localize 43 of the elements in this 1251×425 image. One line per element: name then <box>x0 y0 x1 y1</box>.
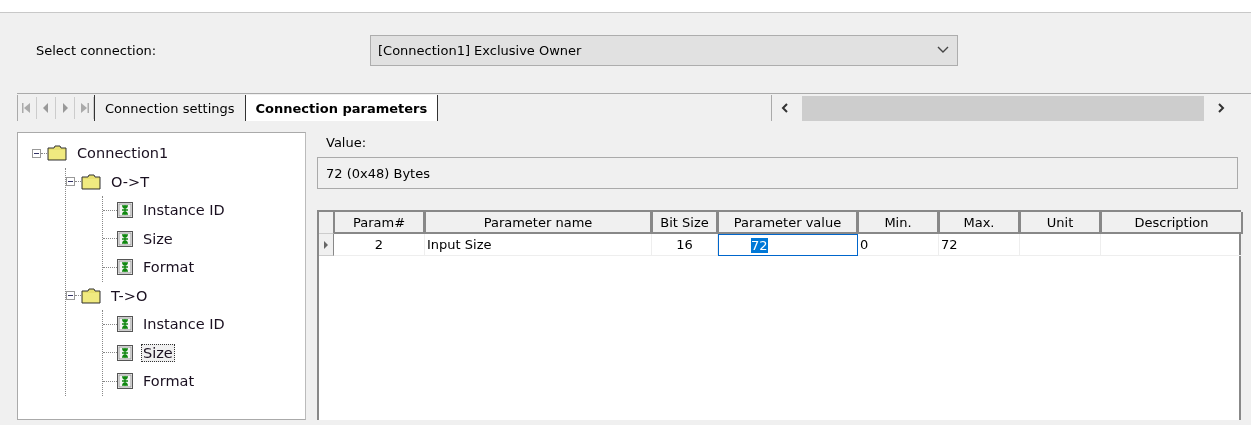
column-header[interactable]: Min. <box>858 212 939 234</box>
tree-item[interactable]: Size <box>141 343 175 362</box>
column-header[interactable]: Param# <box>334 212 425 234</box>
scroll-right-icon <box>1216 102 1226 114</box>
parameter-icon <box>117 316 133 333</box>
parameter-icon <box>117 344 133 361</box>
parameter-icon <box>117 202 133 219</box>
tree-item[interactable]: Instance ID <box>141 315 227 334</box>
parameter-icon <box>117 230 133 247</box>
tree-item[interactable]: Format <box>141 258 197 277</box>
value-editor[interactable]: 72 <box>718 234 858 256</box>
column-header[interactable]: Parameter name <box>425 212 652 234</box>
column-header[interactable]: Description <box>1101 212 1243 234</box>
value-field: 72 (0x48) Bytes <box>317 157 1238 189</box>
folder-icon <box>81 173 101 190</box>
tree-item[interactable]: Connection1 <box>75 144 171 163</box>
table-cell: 16 <box>652 234 718 256</box>
chevron-down-icon <box>937 46 949 54</box>
select-label: Select connection: <box>35 42 158 58</box>
parameter-icon <box>117 373 133 390</box>
table-cell: 0 <box>858 234 939 256</box>
table-cell: Input Size <box>425 234 652 256</box>
connection-dropdown[interactable]: [Connection1] Exclusive Owner <box>370 34 958 66</box>
column-header[interactable]: Unit <box>1020 212 1101 234</box>
tree-item[interactable]: T->O <box>109 286 150 305</box>
column-header[interactable]: Parameter value <box>718 212 858 234</box>
tree-item[interactable]: Instance ID <box>141 201 227 220</box>
tab[interactable]: Connection settings <box>94 95 245 121</box>
parameter-icon <box>117 259 133 276</box>
row-pointer-icon <box>323 239 329 250</box>
tree-item[interactable]: Format <box>141 372 197 391</box>
value-label: Value: <box>325 134 368 152</box>
tab[interactable]: Connection parameters <box>244 95 439 121</box>
table-cell: 72 <box>939 234 1020 256</box>
tree-item[interactable]: O->T <box>109 172 152 191</box>
scrollbar-thumb[interactable] <box>802 95 1204 121</box>
table-cell: 2 <box>334 234 425 256</box>
folder-icon <box>47 145 67 162</box>
tree-item[interactable]: Size <box>141 229 175 248</box>
column-header[interactable]: Max. <box>939 212 1020 234</box>
column-header[interactable]: Bit Size <box>652 212 718 234</box>
scroll-left-icon <box>780 102 790 114</box>
folder-icon <box>81 287 101 304</box>
